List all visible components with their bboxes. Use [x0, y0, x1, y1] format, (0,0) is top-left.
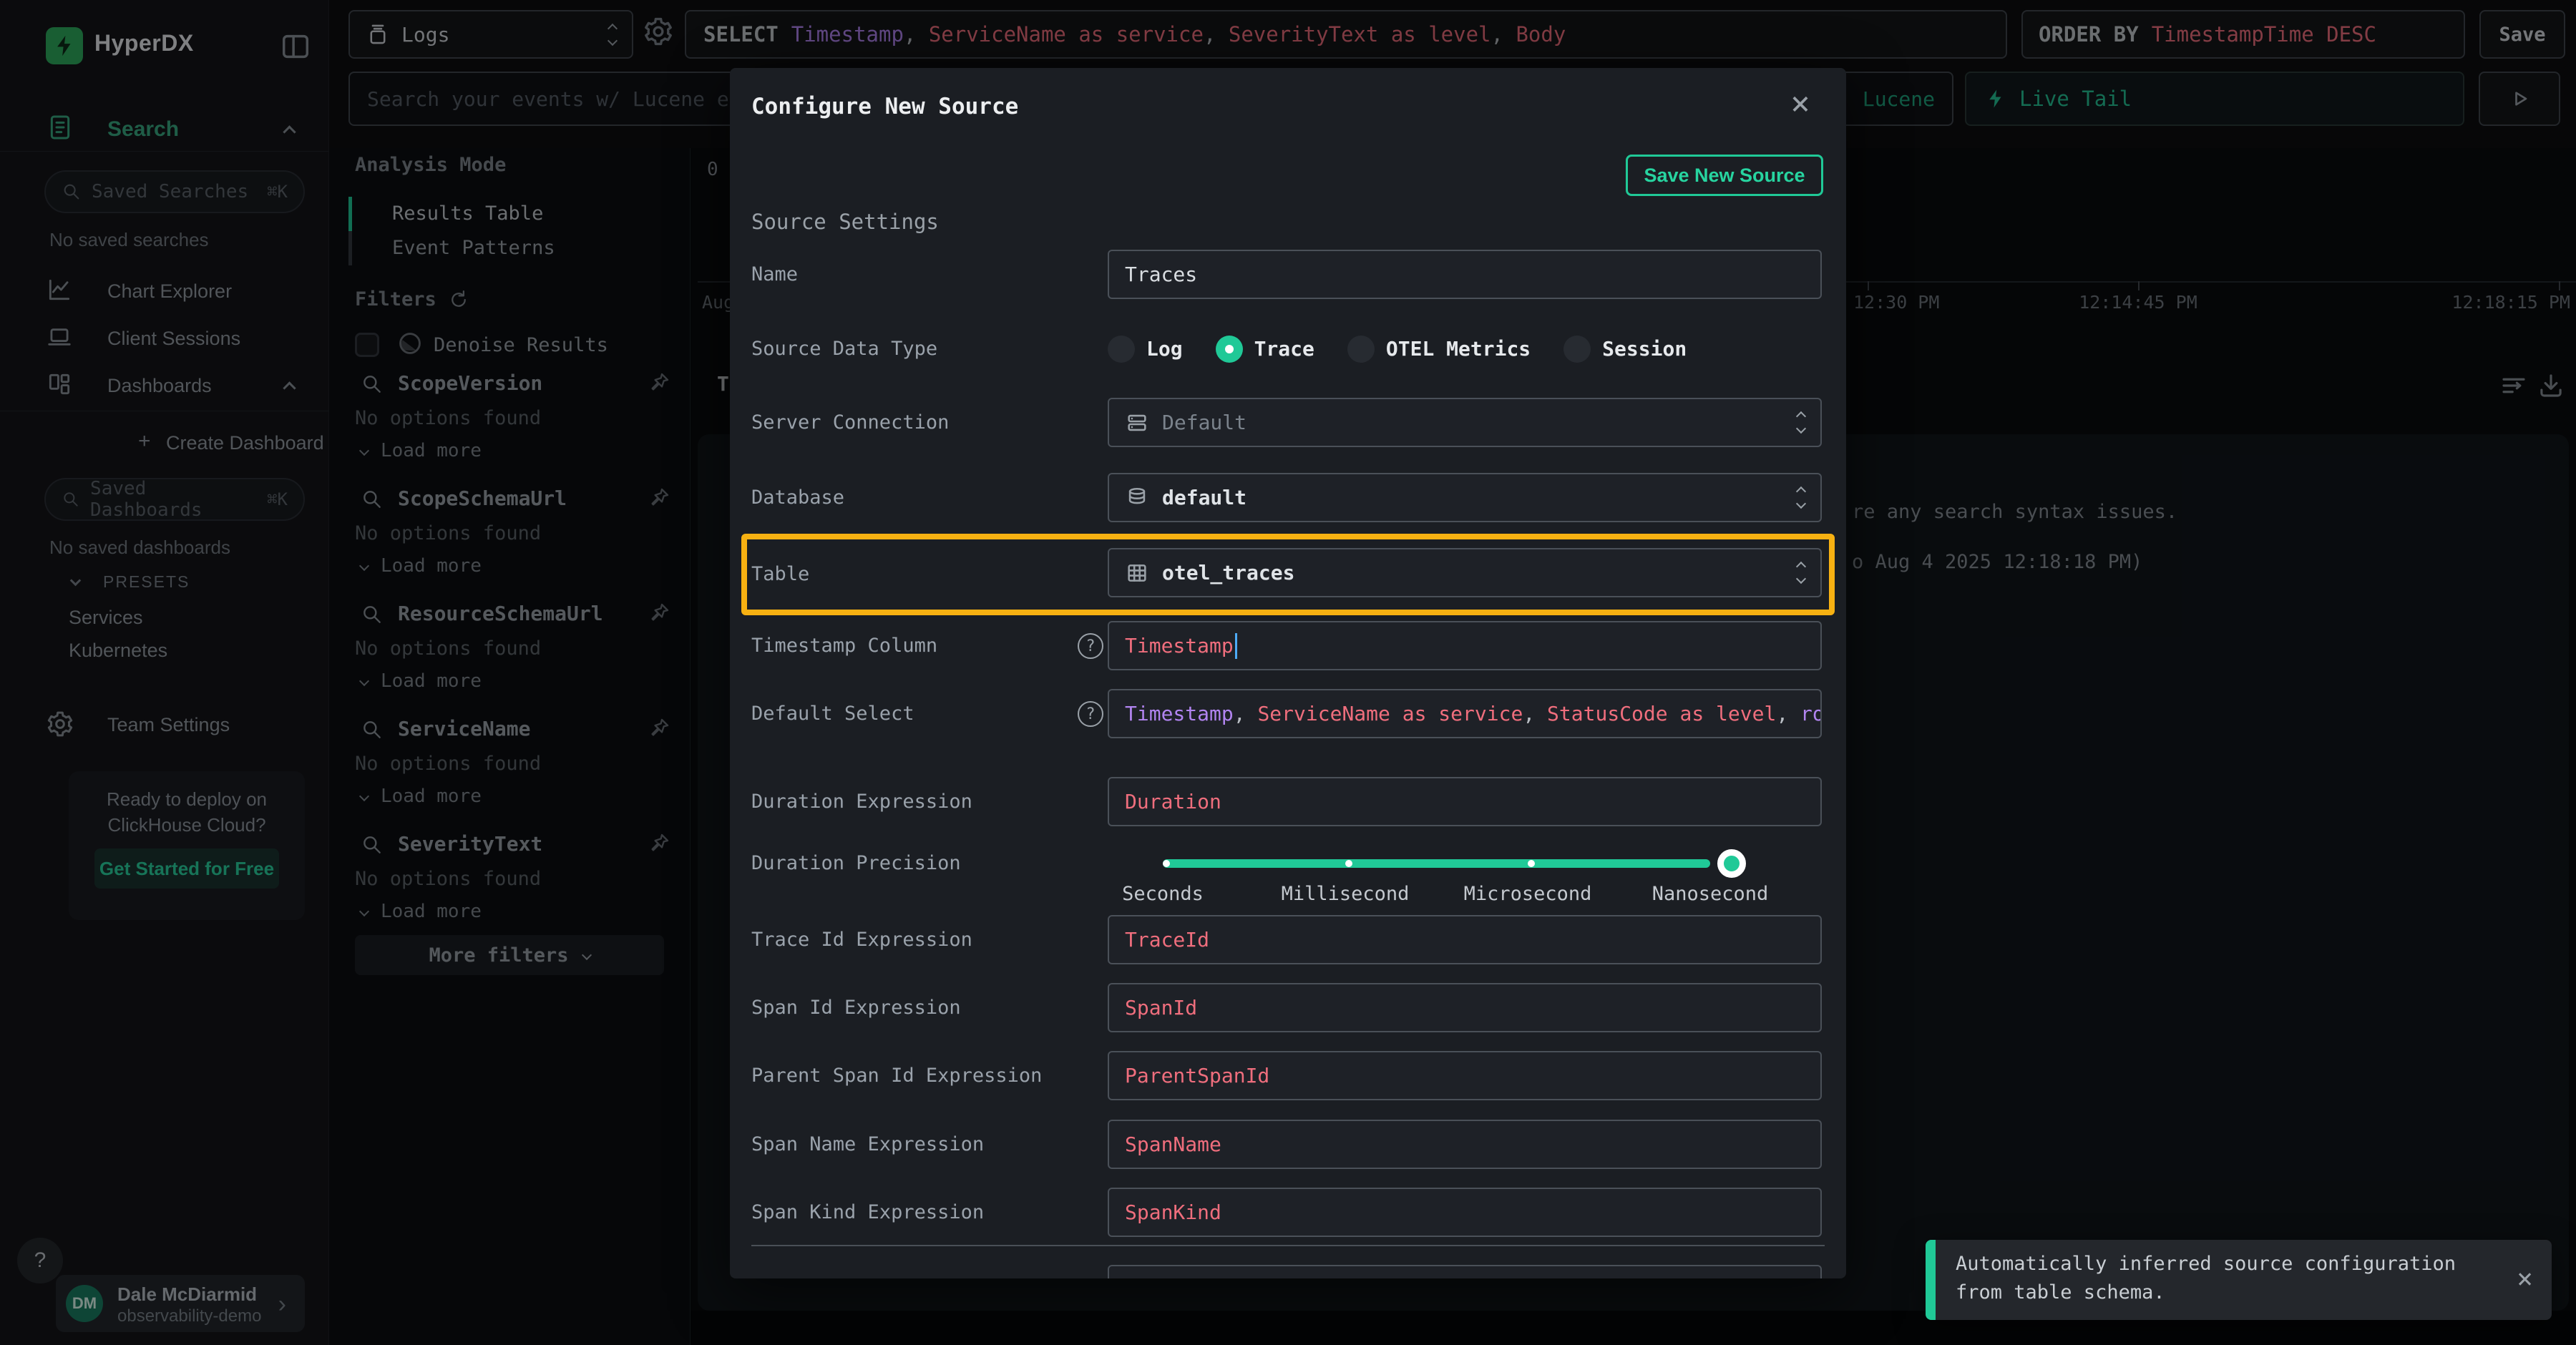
- duration-expression-input[interactable]: Duration: [1108, 777, 1822, 826]
- server-connection-value: Default: [1162, 411, 1246, 434]
- table-row-highlight: Table otel_traces: [741, 534, 1835, 615]
- default-select-value: Timestamp, ServiceName as service, Statu…: [1125, 702, 1822, 725]
- slider-stop[interactable]: [1163, 860, 1170, 867]
- field-label: Default Select: [751, 689, 914, 738]
- configure-source-modal: Configure New Source × Source Settings S…: [730, 68, 1846, 1278]
- name-value: Traces: [1125, 263, 1197, 286]
- radio-otel-metrics[interactable]: OTEL Metrics: [1347, 336, 1531, 363]
- field-label: Duration Expression: [751, 777, 972, 826]
- divider: [751, 1245, 1825, 1246]
- radio-trace[interactable]: Trace: [1216, 336, 1314, 363]
- field-row-span-kind: Span Kind Expression SpanKind: [751, 1188, 1825, 1237]
- timestamp-column-value: Timestamp: [1125, 634, 1234, 657]
- radio-circle: [1563, 336, 1591, 363]
- field-row-database: Database default: [751, 473, 1825, 522]
- field-label: Timestamp Column: [751, 621, 937, 670]
- section-title: Source Settings: [751, 210, 939, 234]
- span-name-value: SpanName: [1125, 1133, 1221, 1156]
- app-screen: Logs SELECT Timestamp, ServiceName as se…: [0, 0, 2576, 1345]
- radio-session[interactable]: Session: [1563, 336, 1687, 363]
- field-label: Span Id Expression: [751, 983, 961, 1032]
- close-icon[interactable]: ×: [2517, 1263, 2533, 1294]
- field-row-parent-span-id: Parent Span Id Expression ParentSpanId: [751, 1051, 1825, 1100]
- help-icon[interactable]: ?: [1078, 633, 1103, 659]
- field-label: Span Kind Expression: [751, 1188, 984, 1237]
- field-row-name: Name Traces: [751, 250, 1825, 299]
- field-label: Table: [751, 539, 809, 610]
- slider-stop[interactable]: [1345, 860, 1352, 867]
- slider-label-seconds: Seconds: [1077, 883, 1249, 905]
- field-label: Source Data Type: [751, 324, 937, 373]
- radio-circle-selected: [1216, 336, 1243, 363]
- radio-circle: [1347, 336, 1375, 363]
- parent-span-id-input[interactable]: ParentSpanId: [1108, 1051, 1822, 1100]
- database-value: default: [1162, 486, 1246, 509]
- span-kind-input[interactable]: SpanKind: [1108, 1188, 1822, 1237]
- field-label: Span Name Expression: [751, 1120, 984, 1169]
- toast-accent-bar: [1926, 1240, 1936, 1320]
- default-select-input[interactable]: Timestamp, ServiceName as service, Statu…: [1108, 689, 1822, 738]
- database-select[interactable]: default: [1108, 473, 1822, 522]
- parent-span-id-value: ParentSpanId: [1125, 1064, 1269, 1087]
- slider-thumb[interactable]: [1717, 849, 1746, 878]
- toast-message-line2: from table schema.: [1956, 1281, 2165, 1304]
- table-value: otel_traces: [1162, 561, 1294, 585]
- chevron-updown-icon: [1797, 563, 1805, 582]
- radio-circle: [1108, 336, 1135, 363]
- field-row-span-name: Span Name Expression SpanName: [751, 1120, 1825, 1169]
- server-icon: [1125, 411, 1149, 435]
- radio-log[interactable]: Log: [1108, 336, 1183, 363]
- field-row-default-select: Default Select ? Timestamp, ServiceName …: [751, 689, 1825, 738]
- slider-label-microsecond: Microsecond: [1442, 883, 1614, 905]
- field-row-server-connection: Server Connection Default: [751, 398, 1825, 447]
- field-label: Database: [751, 473, 844, 522]
- database-icon: [1125, 486, 1149, 510]
- timestamp-column-input[interactable]: Timestamp: [1108, 621, 1822, 670]
- field-row-timestamp-column: Timestamp Column ? Timestamp: [751, 621, 1825, 670]
- chevron-updown-icon: [1797, 488, 1805, 507]
- chevron-updown-icon: [1797, 413, 1805, 432]
- save-new-source-button[interactable]: Save New Source: [1626, 155, 1823, 196]
- help-icon[interactable]: ?: [1078, 701, 1103, 727]
- span-kind-value: SpanKind: [1125, 1200, 1221, 1224]
- slider-stop[interactable]: [1528, 860, 1535, 867]
- field-label: Name: [751, 250, 798, 299]
- trace-id-input[interactable]: TraceId: [1108, 915, 1822, 964]
- field-row-duration-expression: Duration Expression Duration: [751, 777, 1825, 826]
- text-cursor: [1235, 633, 1237, 659]
- span-id-input[interactable]: SpanId: [1108, 983, 1822, 1032]
- field-row-source-data-type: Source Data Type Log Trace OTEL Metrics …: [751, 324, 1825, 373]
- span-name-input[interactable]: SpanName: [1108, 1120, 1822, 1169]
- field-label: Parent Span Id Expression: [751, 1051, 1042, 1100]
- close-icon[interactable]: ×: [1779, 84, 1822, 122]
- field-row-span-id: Span Id Expression SpanId: [751, 983, 1825, 1032]
- table-grid-icon: [1125, 561, 1149, 585]
- field-label: Duration Precision: [751, 838, 961, 888]
- field-label: Trace Id Expression: [751, 915, 972, 964]
- field-label: Server Connection: [751, 398, 949, 447]
- slider-label-nanosecond: Nanosecond: [1624, 883, 1796, 905]
- name-input[interactable]: Traces: [1108, 250, 1822, 299]
- table-select[interactable]: otel_traces: [1108, 548, 1822, 597]
- toast-notification: Automatically inferred source configurat…: [1926, 1240, 2552, 1320]
- modal-title: Configure New Source: [751, 94, 1018, 119]
- toast-message-line1: Automatically inferred source configurat…: [1956, 1253, 2456, 1275]
- precision-slider-track[interactable]: [1163, 859, 1710, 868]
- slider-label-millisecond: Millisecond: [1259, 883, 1431, 905]
- span-id-value: SpanId: [1125, 996, 1197, 1019]
- duration-expression-value: Duration: [1125, 790, 1221, 813]
- field-row-trace-id: Trace Id Expression TraceId: [751, 915, 1825, 964]
- trace-id-value: TraceId: [1125, 928, 1209, 952]
- server-connection-select[interactable]: Default: [1108, 398, 1822, 447]
- clipped-next-input[interactable]: [1108, 1265, 1822, 1278]
